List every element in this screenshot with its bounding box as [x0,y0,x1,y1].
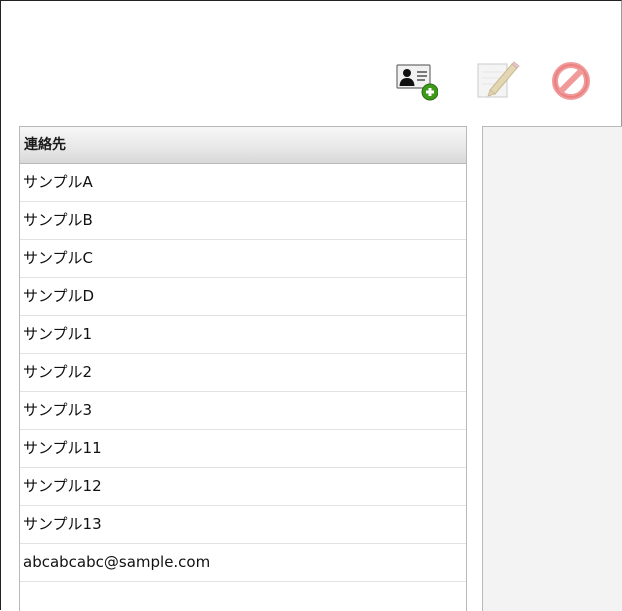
contact-list-item[interactable]: サンプルA [20,164,466,202]
edit-contact-button[interactable] [476,59,520,103]
delete-contact-button[interactable] [549,59,593,103]
contact-detail-panel [482,126,622,611]
contacts-list: サンプルA サンプルB サンプルC サンプルD サンプル1 サンプル2 サンプル… [20,164,466,582]
toolbar [1,1,621,117]
pencil-note-icon [477,61,520,98]
contact-list-item[interactable]: サンプルD [20,278,466,316]
contact-list-item[interactable]: サンプルB [20,202,466,240]
contact-list-item[interactable]: abcabcabc@sample.com [20,544,466,582]
contact-list-item[interactable]: サンプル1 [20,316,466,354]
contact-list-item[interactable]: サンプル3 [20,392,466,430]
add-contact-button[interactable] [394,59,438,103]
contact-list-item[interactable]: サンプル12 [20,468,466,506]
contact-list-item[interactable]: サンプル13 [20,506,466,544]
contact-list-item[interactable]: サンプルC [20,240,466,278]
contact-list-item[interactable]: サンプル2 [20,354,466,392]
no-entry-icon [552,62,590,100]
contacts-list-panel: 連絡先 サンプルA サンプルB サンプルC サンプルD サンプル1 サンプル2 … [19,126,467,611]
add-contact-icon [396,64,438,101]
contacts-window: 連絡先 サンプルA サンプルB サンプルC サンプルD サンプル1 サンプル2 … [0,0,622,611]
contact-list-item[interactable]: サンプル11 [20,430,466,468]
contacts-header: 連絡先 [20,127,466,164]
